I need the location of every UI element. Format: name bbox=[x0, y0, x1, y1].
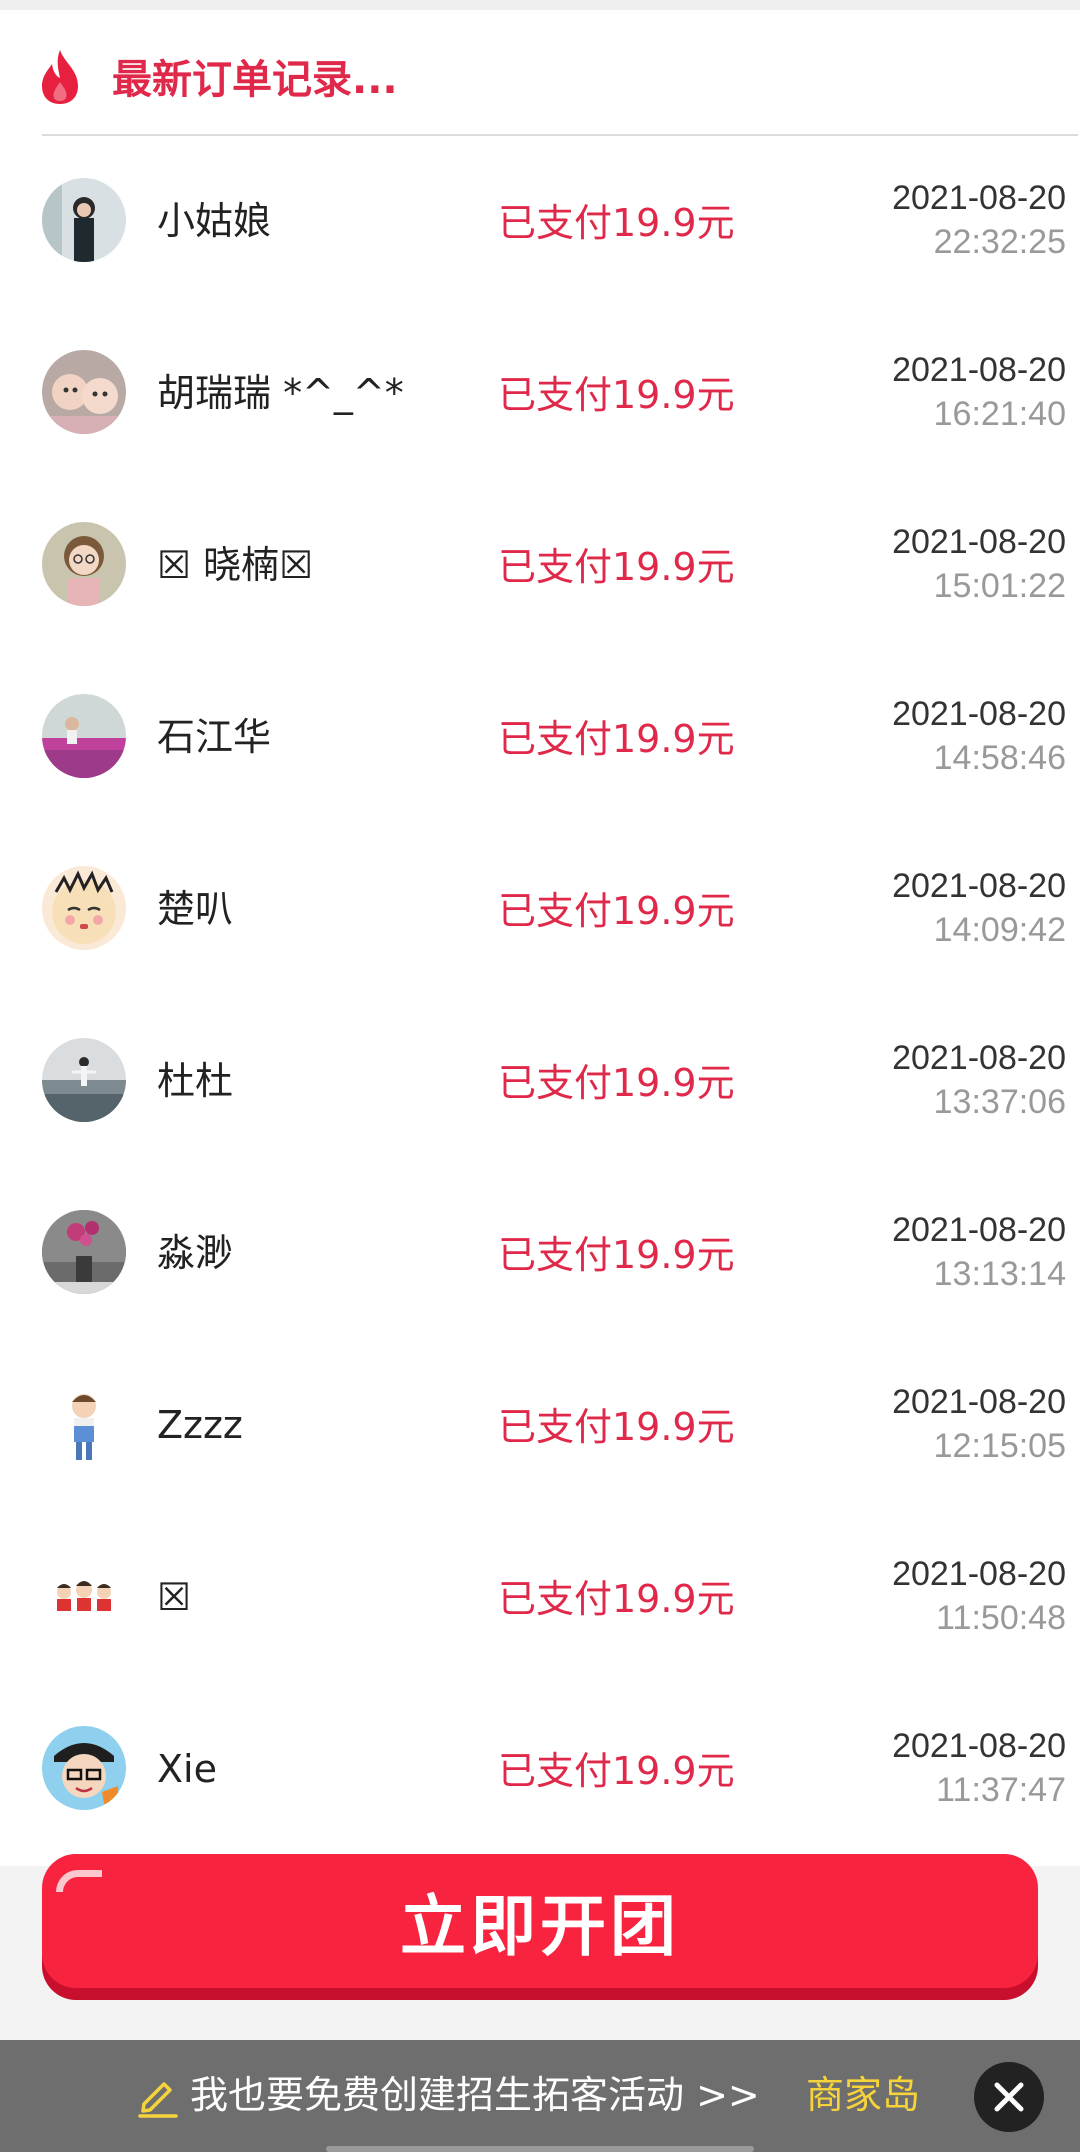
close-icon bbox=[994, 2082, 1024, 2112]
customer-name: 淼渺 bbox=[157, 1231, 234, 1275]
avatar bbox=[42, 694, 126, 778]
order-time: 16:21:40 bbox=[933, 395, 1066, 433]
payment-status: 已支付19.9元 bbox=[498, 717, 735, 761]
order-date: 2021-08-20 bbox=[892, 1211, 1066, 1249]
order-time: 14:58:46 bbox=[933, 739, 1066, 777]
avatar bbox=[42, 350, 126, 434]
create-activity-link[interactable]: 我也要免费创建招生拓客活动 >> bbox=[190, 2070, 760, 2120]
avatar bbox=[42, 1038, 126, 1122]
start-group-label: 立即开团 bbox=[400, 1888, 680, 1965]
payment-status: 已支付19.9元 bbox=[498, 1233, 735, 1277]
order-row: 杜杜 已支付19.9元 2021-08-20 13:37:06 bbox=[0, 996, 1080, 1168]
order-date: 2021-08-20 bbox=[892, 1555, 1066, 1593]
avatar bbox=[42, 1554, 126, 1638]
order-time: 13:37:06 bbox=[933, 1083, 1066, 1121]
customer-name: 小姑娘 bbox=[157, 199, 272, 243]
order-row: 楚叭 已支付19.9元 2021-08-20 14:09:42 bbox=[0, 824, 1080, 996]
avatar bbox=[42, 1210, 126, 1294]
avatar bbox=[42, 1382, 126, 1466]
customer-name: Zzzz bbox=[157, 1403, 243, 1447]
avatar bbox=[42, 866, 126, 950]
order-row: 小姑娘 已支付19.9元 2021-08-20 22:32:25 bbox=[0, 136, 1080, 308]
payment-status: 已支付19.9元 bbox=[498, 1749, 735, 1793]
avatar bbox=[42, 1726, 126, 1810]
customer-name: 石江华 bbox=[157, 715, 272, 759]
avatar bbox=[42, 178, 126, 262]
order-time: 13:13:14 bbox=[933, 1255, 1066, 1293]
order-date: 2021-08-20 bbox=[892, 1727, 1066, 1765]
order-time: 12:15:05 bbox=[933, 1427, 1066, 1465]
start-group-button[interactable]: 立即开团 bbox=[42, 1854, 1038, 1988]
order-row: ☒ 晓楠☒ 已支付19.9元 2021-08-20 15:01:22 bbox=[0, 480, 1080, 652]
order-time: 22:32:25 bbox=[933, 223, 1066, 261]
home-indicator bbox=[326, 2146, 754, 2152]
payment-status: 已支付19.9元 bbox=[498, 201, 735, 245]
customer-name: 杜杜 bbox=[157, 1059, 234, 1103]
avatar bbox=[42, 522, 126, 606]
order-date: 2021-08-20 bbox=[892, 867, 1066, 905]
payment-status: 已支付19.9元 bbox=[498, 1061, 735, 1105]
payment-status: 已支付19.9元 bbox=[498, 545, 735, 589]
order-date: 2021-08-20 bbox=[892, 695, 1066, 733]
header-title: 最新订单记录... bbox=[112, 57, 398, 103]
payment-status: 已支付19.9元 bbox=[498, 1405, 735, 1449]
order-row: ☒ 已支付19.9元 2021-08-20 11:50:48 bbox=[0, 1512, 1080, 1684]
order-date: 2021-08-20 bbox=[892, 523, 1066, 561]
order-row: 石江华 已支付19.9元 2021-08-20 14:58:46 bbox=[0, 652, 1080, 824]
order-time: 11:50:48 bbox=[936, 1599, 1066, 1637]
promo-footer: 我也要免费创建招生拓客活动 >> 商家岛 bbox=[0, 2040, 1080, 2152]
payment-status: 已支付19.9元 bbox=[498, 373, 735, 417]
cta-shine bbox=[56, 1870, 102, 1892]
cta-container: 立即开团 bbox=[42, 1854, 1038, 2000]
order-date: 2021-08-20 bbox=[892, 1039, 1066, 1077]
customer-name: Xie bbox=[157, 1747, 217, 1791]
order-row: 淼渺 已支付19.9元 2021-08-20 13:13:14 bbox=[0, 1168, 1080, 1340]
merchant-island-link[interactable]: 商家岛 bbox=[806, 2070, 920, 2120]
top-strip bbox=[0, 0, 1080, 10]
order-time: 14:09:42 bbox=[933, 911, 1066, 949]
customer-name: 胡瑞瑞 *^_^* bbox=[157, 371, 404, 415]
order-date: 2021-08-20 bbox=[892, 179, 1066, 217]
customer-name: 楚叭 bbox=[157, 887, 234, 931]
customer-name: ☒ bbox=[157, 1575, 192, 1619]
payment-status: 已支付19.9元 bbox=[498, 889, 735, 933]
order-row: 胡瑞瑞 *^_^* 已支付19.9元 2021-08-20 16:21:40 bbox=[0, 308, 1080, 480]
order-date: 2021-08-20 bbox=[892, 351, 1066, 389]
customer-name: ☒ 晓楠☒ bbox=[157, 543, 314, 587]
order-time: 15:01:22 bbox=[933, 567, 1066, 605]
pencil-icon bbox=[138, 2082, 178, 2118]
order-date: 2021-08-20 bbox=[892, 1383, 1066, 1421]
payment-status: 已支付19.9元 bbox=[498, 1577, 735, 1621]
order-row: Xie 已支付19.9元 2021-08-20 11:37:47 bbox=[0, 1684, 1080, 1856]
flame-icon bbox=[42, 50, 78, 104]
close-button[interactable] bbox=[974, 2062, 1044, 2132]
order-row: Zzzz 已支付19.9元 2021-08-20 12:15:05 bbox=[0, 1340, 1080, 1512]
order-header: 最新订单记录... bbox=[0, 10, 1080, 135]
order-time: 11:37:47 bbox=[936, 1771, 1066, 1809]
